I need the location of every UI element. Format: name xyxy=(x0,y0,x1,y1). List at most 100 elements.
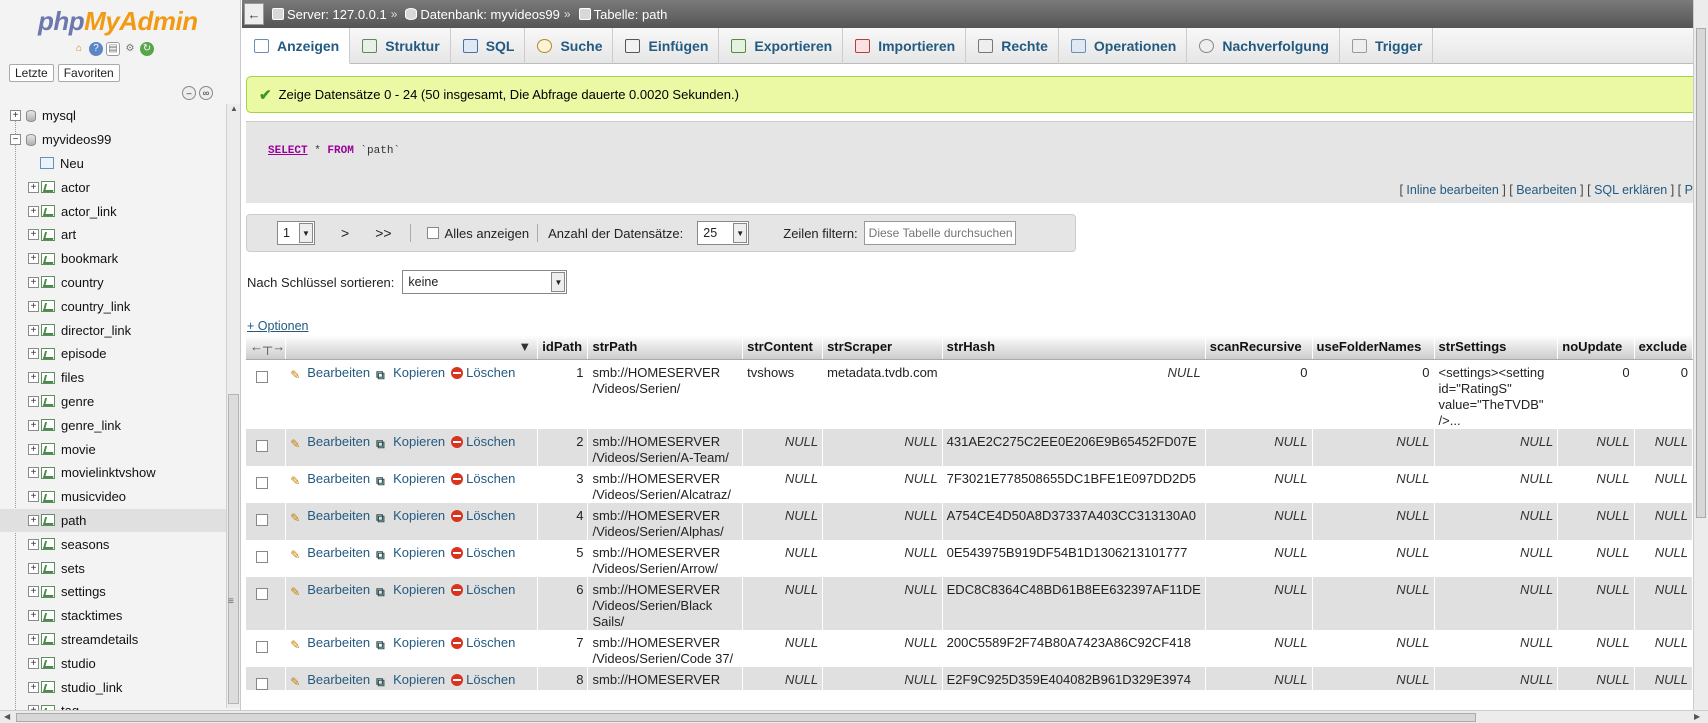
cell-idpath[interactable]: 1 xyxy=(537,359,589,429)
tab-import[interactable]: Importieren xyxy=(843,28,967,64)
table-browse-icon[interactable] xyxy=(41,395,55,408)
cell-strscraper[interactable]: NULL xyxy=(822,576,943,630)
edit-row-button[interactable]: ✎ Bearbeiten xyxy=(290,545,370,562)
row-checkbox[interactable] xyxy=(256,476,268,489)
cell-exclude[interactable]: NULL xyxy=(1634,465,1693,503)
expand-icon[interactable]: + xyxy=(28,300,39,312)
cell-exclude[interactable]: NULL xyxy=(1634,428,1693,466)
tree-table-movielinktvshow[interactable]: + movielinktvshow xyxy=(0,461,226,485)
cell-strscraper[interactable]: NULL xyxy=(822,428,943,466)
expand-icon[interactable]: + xyxy=(28,562,39,574)
tree-table-stacktimes[interactable]: + stacktimes xyxy=(0,604,226,628)
copy-row-button[interactable]: ⧉ Kopieren xyxy=(376,365,445,382)
edit-row-button[interactable]: ✎ Bearbeiten xyxy=(290,635,370,652)
column-header-exclude[interactable]: exclude xyxy=(1634,335,1693,360)
table-browse-icon[interactable] xyxy=(41,181,55,194)
tree-new-table[interactable]: Neu xyxy=(0,152,226,176)
edit-row-button[interactable]: ✎ Bearbeiten xyxy=(290,434,370,451)
column-header-strhash[interactable]: strHash xyxy=(942,335,1206,360)
tab-eye[interactable]: Nachverfolgung xyxy=(1187,28,1340,64)
table-browse-icon[interactable] xyxy=(41,276,55,289)
page-select[interactable]: 1 ▼ xyxy=(277,221,315,245)
cell-usefoldernames[interactable]: NULL xyxy=(1312,428,1435,466)
scroll-left-icon[interactable]: ◀ xyxy=(4,712,10,721)
expand-icon[interactable]: + xyxy=(28,372,39,384)
column-header-scanrecursive[interactable]: scanRecursive xyxy=(1205,335,1313,360)
row-checkbox[interactable] xyxy=(256,587,268,600)
cell-strpath[interactable]: smb://HOMESERVER xyxy=(587,666,744,690)
tree-table-studio[interactable]: + studio xyxy=(0,651,226,675)
tree-table-movie[interactable]: + movie xyxy=(0,437,226,461)
tree-database-mysql[interactable]: + mysql xyxy=(0,104,226,128)
link-icon[interactable]: ∞ xyxy=(199,86,213,100)
delete-row-button[interactable]: Löschen xyxy=(451,508,515,524)
sql-select-keyword[interactable]: SELECT xyxy=(268,145,308,157)
edit-row-button[interactable]: ✎ Bearbeiten xyxy=(290,471,370,488)
phpmyadmin-logo[interactable]: phpMyAdmin xyxy=(38,6,198,37)
copy-row-button[interactable]: ⧉ Kopieren xyxy=(376,582,445,599)
cell-strpath[interactable]: smb://HOMESERVER /Videos/Serien/Alphas/ xyxy=(587,502,744,540)
page-horizontal-scrollbar[interactable]: ◀ ▶ xyxy=(0,710,1708,723)
expand-icon[interactable]: + xyxy=(28,443,39,455)
resize-grip-icon[interactable]: ≡ xyxy=(228,596,234,607)
delete-row-button[interactable]: Löschen xyxy=(451,471,515,487)
tree-table-genre-link[interactable]: + genre_link xyxy=(0,413,226,437)
delete-row-button[interactable]: Löschen xyxy=(451,434,515,450)
cell-strpath[interactable]: smb://HOMESERVER /Videos/Serien/Arrow/ xyxy=(587,539,744,577)
tree-table-bookmark[interactable]: + bookmark xyxy=(0,247,226,271)
favorites-tab[interactable]: Favoriten xyxy=(57,64,120,82)
cell-scanrecursive[interactable]: NULL xyxy=(1205,629,1313,667)
copy-row-button[interactable]: ⧉ Kopieren xyxy=(376,508,445,525)
cell-strpath[interactable]: smb://HOMESERVER /Videos/Serien/A-Team/ xyxy=(587,428,744,466)
copy-row-button[interactable]: ⧉ Kopieren xyxy=(376,434,445,451)
cell-exclude[interactable]: NULL xyxy=(1634,539,1693,577)
last-page-button[interactable]: >> xyxy=(375,225,391,241)
cell-noupdate[interactable]: NULL xyxy=(1557,465,1635,503)
recent-tab[interactable]: Letzte xyxy=(9,64,54,82)
table-browse-icon[interactable] xyxy=(41,324,55,337)
cell-exclude[interactable]: NULL xyxy=(1634,576,1693,630)
cell-strscraper[interactable]: NULL xyxy=(822,502,943,540)
cell-strsettings[interactable]: NULL xyxy=(1434,428,1559,466)
cell-idpath[interactable]: 4 xyxy=(537,502,589,540)
cell-strhash[interactable]: 7F3021E778508655DC1BFE1E097DD2D5 xyxy=(942,465,1206,503)
tab-export[interactable]: Exportieren xyxy=(719,28,844,64)
edit-query-link[interactable]: Bearbeiten xyxy=(1516,183,1576,197)
sort-by-key-select[interactable]: keine ▼ xyxy=(402,270,568,294)
tree-table-genre[interactable]: + genre xyxy=(0,390,226,414)
cell-scanrecursive[interactable]: NULL xyxy=(1205,666,1313,690)
cell-strscraper[interactable]: NULL xyxy=(822,539,943,577)
tree-table-actor-link[interactable]: + actor_link xyxy=(0,199,226,223)
cell-strpath[interactable]: smb://HOMESERVER /Videos/Serien/Black Sa… xyxy=(587,576,744,630)
tree-table-sets[interactable]: + sets xyxy=(0,556,226,580)
cell-exclude[interactable]: NULL xyxy=(1634,502,1693,540)
table-browse-icon[interactable] xyxy=(41,562,55,575)
column-header-idpath[interactable]: idPath xyxy=(537,335,589,360)
expand-icon[interactable]: + xyxy=(28,181,39,193)
expand-icon[interactable]: + xyxy=(28,276,39,288)
cell-strhash[interactable]: E2F9C925D359E404082B961D329E3974 xyxy=(942,666,1206,690)
cell-strhash[interactable]: 0E543975B919DF54B1D1306213101777 xyxy=(942,539,1206,577)
tab-privileges[interactable]: Rechte xyxy=(966,28,1059,64)
table-browse-icon[interactable] xyxy=(41,371,55,384)
delete-row-button[interactable]: Löschen xyxy=(451,582,515,598)
cell-strscraper[interactable]: NULL xyxy=(822,629,943,667)
rows-count-select[interactable]: 25 ▼ xyxy=(697,221,750,245)
cell-strsettings[interactable]: NULL xyxy=(1434,502,1559,540)
copy-row-button[interactable]: ⧉ Kopieren xyxy=(376,545,445,562)
tree-table-studio-link[interactable]: + studio_link xyxy=(0,675,226,699)
cell-strhash[interactable]: 200C5589F2F74B80A7423A86C92CF418 xyxy=(942,629,1206,667)
cell-scanrecursive[interactable]: NULL xyxy=(1205,465,1313,503)
cell-strhash[interactable]: A754CE4D50A8D37337A403CC313130A0 xyxy=(942,502,1206,540)
page-vertical-scrollbar[interactable] xyxy=(1693,0,1708,710)
sort-down-icon[interactable]: ▼ xyxy=(518,339,531,354)
tree-table-country[interactable]: + country xyxy=(0,271,226,295)
collapse-all-icon[interactable]: – xyxy=(182,86,196,100)
cell-strcontent[interactable]: NULL xyxy=(742,465,824,503)
cell-strcontent[interactable]: NULL xyxy=(742,539,824,577)
tree-table-director-link[interactable]: + director_link xyxy=(0,318,226,342)
table-browse-icon[interactable] xyxy=(41,657,55,670)
cell-strsettings[interactable]: NULL xyxy=(1434,576,1559,630)
scroll-up-icon[interactable]: ▲ xyxy=(230,104,238,113)
cell-strscraper[interactable]: metadata.tvdb.com xyxy=(822,359,943,429)
